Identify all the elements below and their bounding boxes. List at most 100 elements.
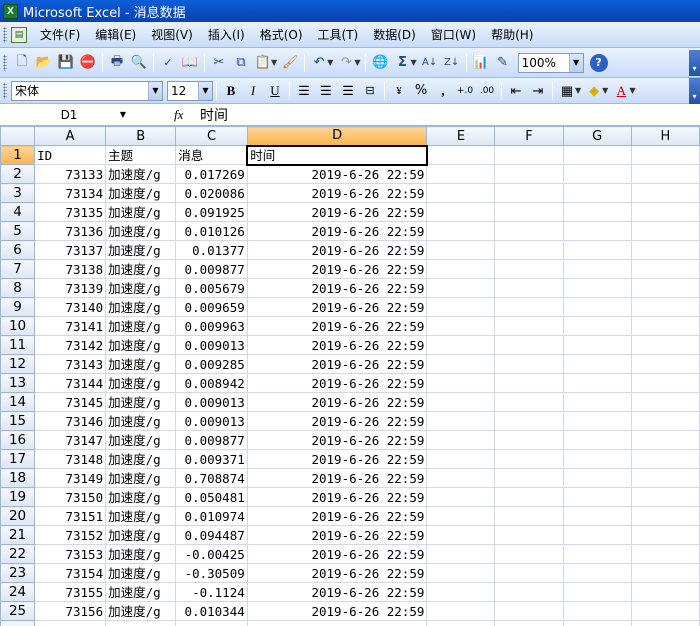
empty-cell[interactable] bbox=[630, 525, 700, 545]
font-size-select[interactable]: 12 ▼ bbox=[167, 80, 213, 101]
cell-topic[interactable]: 加速度/g bbox=[105, 354, 177, 374]
empty-cell[interactable] bbox=[426, 278, 496, 298]
cell-time[interactable]: 时间 bbox=[246, 144, 428, 166]
empty-cell[interactable] bbox=[426, 164, 496, 184]
cell-message[interactable]: 0.009013 bbox=[175, 392, 248, 412]
cell-id[interactable]: 73141 bbox=[34, 316, 107, 336]
empty-cell[interactable] bbox=[630, 202, 700, 222]
empty-cell[interactable] bbox=[426, 145, 496, 165]
cell-id[interactable]: 73151 bbox=[34, 506, 107, 526]
cell-topic[interactable]: 加速度/g bbox=[105, 487, 177, 507]
empty-cell[interactable] bbox=[426, 582, 496, 602]
empty-cell[interactable] bbox=[630, 297, 700, 317]
permission-icon[interactable]: ⛔ bbox=[77, 52, 99, 74]
menu-tools[interactable]: 工具(T) bbox=[311, 24, 367, 45]
empty-cell[interactable] bbox=[630, 620, 700, 626]
cell-id[interactable]: 73155 bbox=[34, 582, 107, 602]
empty-cell[interactable] bbox=[630, 240, 700, 260]
cell-message[interactable]: 0.009877 bbox=[175, 430, 248, 450]
cell-time[interactable]: 2019-6-26 22:59 bbox=[246, 221, 428, 241]
empty-cell[interactable] bbox=[562, 240, 632, 260]
empty-cell[interactable] bbox=[426, 316, 496, 336]
empty-cell[interactable] bbox=[630, 582, 700, 602]
percent-icon[interactable]: % bbox=[410, 80, 432, 102]
cell-id[interactable]: 73135 bbox=[34, 202, 107, 222]
empty-cell[interactable] bbox=[562, 582, 632, 602]
column-header-e[interactable]: E bbox=[426, 126, 496, 146]
empty-cell[interactable] bbox=[426, 563, 496, 583]
undo-dropdown-icon[interactable]: ▼ bbox=[327, 58, 333, 67]
cell-time[interactable]: 2019-6-26 22:59 bbox=[246, 411, 428, 431]
cell-id[interactable]: 73143 bbox=[34, 354, 107, 374]
empty-cell[interactable] bbox=[494, 506, 564, 526]
cell-topic[interactable]: 加速度/g bbox=[105, 183, 177, 203]
empty-cell[interactable] bbox=[494, 373, 564, 393]
column-header-f[interactable]: F bbox=[494, 126, 564, 146]
empty-cell[interactable] bbox=[562, 468, 632, 488]
cell-id[interactable]: 73148 bbox=[34, 449, 107, 469]
empty-cell[interactable] bbox=[562, 449, 632, 469]
align-center-icon[interactable]: ☰ bbox=[315, 80, 337, 102]
empty-cell[interactable] bbox=[494, 449, 564, 469]
cell-id[interactable]: 73137 bbox=[34, 240, 107, 260]
cell-id[interactable]: 73134 bbox=[34, 183, 107, 203]
cell-message[interactable]: 0.050481 bbox=[175, 487, 248, 507]
empty-cell[interactable] bbox=[562, 202, 632, 222]
column-header-h[interactable]: H bbox=[630, 126, 700, 146]
empty-cell[interactable] bbox=[630, 506, 700, 526]
empty-cell[interactable] bbox=[630, 392, 700, 412]
empty-cell[interactable] bbox=[426, 392, 496, 412]
row-header[interactable] bbox=[0, 620, 36, 626]
increase-indent-icon[interactable]: ⇥ bbox=[527, 80, 549, 102]
row-header[interactable]: 6 bbox=[0, 240, 36, 260]
menu-format[interactable]: 格式(O) bbox=[253, 24, 311, 45]
empty-cell[interactable] bbox=[562, 335, 632, 355]
empty-cell[interactable] bbox=[562, 183, 632, 203]
workbook-icon[interactable]: ▤ bbox=[11, 26, 27, 43]
empty-cell[interactable] bbox=[426, 354, 496, 374]
empty-cell[interactable] bbox=[630, 259, 700, 279]
empty-cell[interactable] bbox=[630, 316, 700, 336]
empty-cell[interactable] bbox=[426, 259, 496, 279]
empty-cell[interactable] bbox=[562, 411, 632, 431]
menu-view[interactable]: 视图(V) bbox=[144, 24, 201, 45]
cell-time[interactable]: 2019-6-26 22:59 bbox=[246, 164, 428, 184]
cell-time[interactable]: 2019-6-26 22:59 bbox=[246, 297, 428, 317]
row-header[interactable]: 24 bbox=[0, 582, 36, 602]
print-preview-icon[interactable]: 🔍 bbox=[128, 52, 150, 74]
empty-cell[interactable] bbox=[426, 506, 496, 526]
cell-message[interactable]: 0.708874 bbox=[175, 468, 248, 488]
empty-cell[interactable] bbox=[426, 335, 496, 355]
empty-cell[interactable] bbox=[494, 202, 564, 222]
cell-topic[interactable]: 加速度/g bbox=[105, 240, 177, 260]
empty-cell[interactable] bbox=[630, 145, 700, 165]
row-header[interactable]: 21 bbox=[0, 525, 36, 545]
menu-edit[interactable]: 编辑(E) bbox=[88, 24, 144, 45]
cell-message[interactable]: 0.010344 bbox=[175, 601, 248, 621]
decrease-indent-icon[interactable]: ⇤ bbox=[505, 80, 527, 102]
cell-topic[interactable]: 加速度/g bbox=[105, 316, 177, 336]
cell-message[interactable]: 0.010974 bbox=[175, 506, 248, 526]
chart-wizard-icon[interactable]: 📊 bbox=[470, 52, 492, 74]
empty-cell[interactable] bbox=[630, 278, 700, 298]
cell-topic[interactable]: 加速度/g bbox=[105, 278, 177, 298]
fill-color-dropdown-icon[interactable]: ▼ bbox=[602, 86, 608, 95]
cell-id[interactable]: 73139 bbox=[34, 278, 107, 298]
paste-dropdown-icon[interactable]: ▼ bbox=[271, 58, 277, 67]
empty-cell[interactable] bbox=[426, 487, 496, 507]
cell-message[interactable]: 0.091925 bbox=[175, 202, 248, 222]
row-header[interactable]: 2 bbox=[0, 164, 36, 184]
cell-topic[interactable]: 加速度/g bbox=[105, 297, 177, 317]
cell-topic[interactable]: 加速度/g bbox=[105, 544, 177, 564]
empty-cell[interactable] bbox=[562, 563, 632, 583]
format-painter-icon[interactable]: 🖌 bbox=[279, 52, 301, 74]
copy-icon[interactable]: ⧉ bbox=[230, 52, 252, 74]
empty-cell[interactable] bbox=[494, 411, 564, 431]
empty-cell[interactable] bbox=[562, 620, 632, 626]
cell-id[interactable]: 73147 bbox=[34, 430, 107, 450]
empty-cell[interactable] bbox=[426, 183, 496, 203]
row-header[interactable]: 3 bbox=[0, 183, 36, 203]
empty-cell[interactable] bbox=[426, 544, 496, 564]
empty-cell[interactable] bbox=[494, 164, 564, 184]
zoom-select[interactable]: 100% ▼ bbox=[517, 52, 584, 73]
